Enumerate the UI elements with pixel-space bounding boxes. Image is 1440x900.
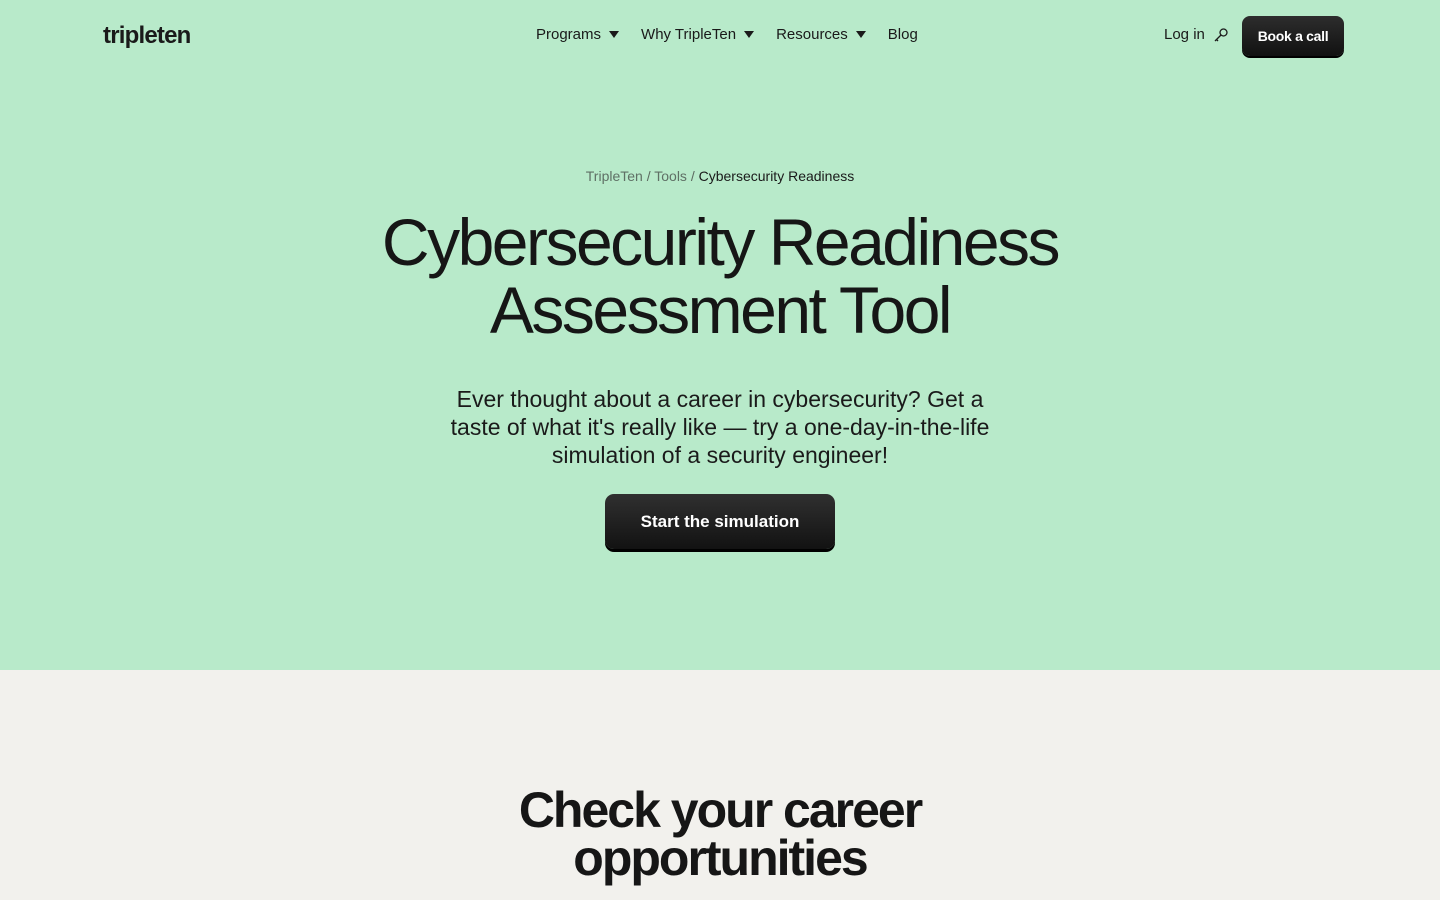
page-title-line1: Cybersecurity Readiness xyxy=(381,205,1061,279)
nav-item-why-tripleten[interactable]: Why TripleTen xyxy=(641,26,755,43)
breadcrumb-item-tripleten[interactable]: TripleTen xyxy=(586,168,643,184)
top-nav: tripleten Programs Why TripleTen Resourc… xyxy=(0,0,1440,72)
nav-item-blog[interactable]: Blog xyxy=(888,26,918,43)
nav-item-label: Why TripleTen xyxy=(641,26,737,43)
key-icon xyxy=(1214,27,1228,41)
nav-item-label: Blog xyxy=(887,26,918,43)
start-simulation-button[interactable]: Start the simulation xyxy=(605,494,835,549)
nav-item-label: Programs xyxy=(536,26,602,43)
breadcrumb: TripleTen / Tools / Cybersecurity Readin… xyxy=(0,168,1440,184)
hero-subtitle: Ever thought about a career in cybersecu… xyxy=(450,386,990,468)
caret-down-icon xyxy=(855,31,866,38)
nav-item-resources[interactable]: Resources xyxy=(776,26,866,43)
breadcrumb-separator: / xyxy=(646,168,651,184)
login-label: Log in xyxy=(1164,26,1205,43)
book-call-button[interactable]: Book a call xyxy=(1242,16,1344,56)
logo[interactable]: tripleten xyxy=(103,22,191,50)
page-title: Cybersecurity Readiness Assessment Tool xyxy=(0,208,1440,344)
login-link[interactable]: Log in xyxy=(1164,26,1229,43)
breadcrumb-item-tools[interactable]: Tools xyxy=(654,168,687,184)
nav-item-programs[interactable]: Programs xyxy=(536,26,620,43)
nav-links: Programs Why TripleTen Resources Blog xyxy=(536,26,918,43)
caret-down-icon xyxy=(744,31,755,38)
page-title-line2: Assessment Tool xyxy=(489,273,953,347)
caret-down-icon xyxy=(609,31,620,38)
section-title-line2: opportunities xyxy=(573,830,868,886)
hero-section: tripleten Programs Why TripleTen Resourc… xyxy=(0,0,1440,670)
breadcrumb-separator: / xyxy=(690,168,695,184)
nav-item-label: Resources xyxy=(776,26,848,43)
breadcrumb-item-current: Cybersecurity Readiness xyxy=(698,168,855,184)
section-title: Check your career opportunities xyxy=(0,785,1440,883)
